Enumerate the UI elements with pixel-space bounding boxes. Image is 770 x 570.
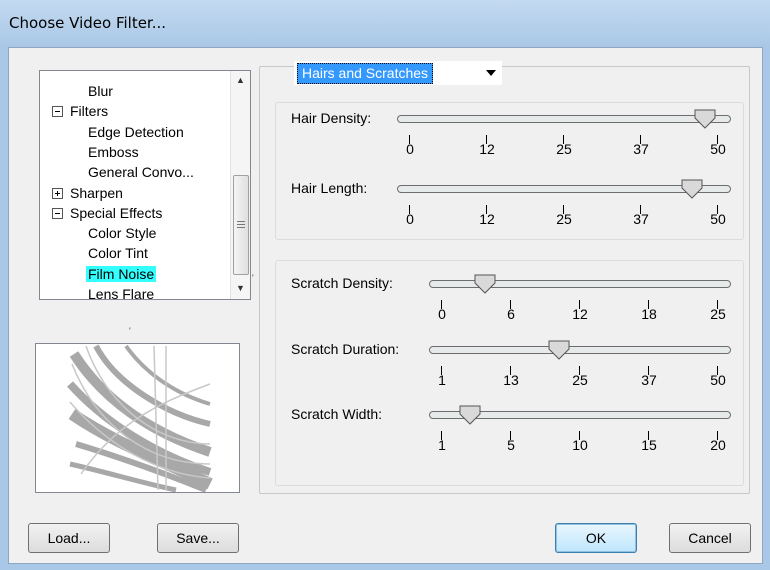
scratch-duration-tick-label: 37 xyxy=(641,372,657,388)
scratch-width-slider-thumb[interactable] xyxy=(459,405,481,425)
hair-density-label: Hair Density: xyxy=(291,110,372,126)
scratch-width-tick-label: 20 xyxy=(710,437,726,453)
tree-item-label: Lens Flare xyxy=(88,286,155,302)
load-button[interactable]: Load... xyxy=(28,523,110,553)
hair-length-tick-label: 50 xyxy=(710,211,726,227)
tree-item[interactable]: Lens Flare xyxy=(40,286,230,302)
tree-item-label: Edge Detection xyxy=(88,123,184,140)
tree-item[interactable]: Edge Detection xyxy=(40,124,230,140)
hair-density-tick-label: 0 xyxy=(406,141,414,157)
tree-item[interactable]: Film Noise xyxy=(40,265,230,282)
hair-length-slider-thumb[interactable] xyxy=(681,179,703,199)
scratch-width-tick-label: 15 xyxy=(641,437,657,453)
save-button[interactable]: Save... xyxy=(157,523,239,553)
window-title: Choose Video Filter... xyxy=(9,14,167,32)
tree-item-label: Special Effects xyxy=(70,204,163,221)
tree-item-label: Emboss xyxy=(88,143,139,160)
hair-density-slider[interactable] xyxy=(397,115,731,123)
tree-item-label: Color Style xyxy=(88,225,157,242)
hair-length-tick-label: 37 xyxy=(633,211,649,227)
scratch-duration-slider[interactable] xyxy=(429,346,731,354)
scratch-duration-tick-label: 1 xyxy=(438,372,446,388)
hair-density-tick-label: 25 xyxy=(556,141,572,157)
scratch-width-tick-label: 1 xyxy=(438,437,446,453)
scratch-density-label: Scratch Density: xyxy=(291,275,393,291)
cancel-button[interactable]: Cancel xyxy=(669,523,751,553)
tree-item[interactable]: Blur xyxy=(40,83,230,99)
preview-image xyxy=(35,343,240,493)
ok-button[interactable]: OK xyxy=(555,523,637,553)
tree-item[interactable]: Color Tint xyxy=(40,245,230,261)
scratch-density-slider-thumb[interactable] xyxy=(474,274,496,294)
hair-density-tick-label: 37 xyxy=(633,141,649,157)
collapse-icon[interactable] xyxy=(52,207,63,219)
tree-item-label: General Convo... xyxy=(88,164,194,181)
hair-length-label: Hair Length: xyxy=(291,180,368,196)
scratch-density-tick-label: 0 xyxy=(438,306,446,322)
scroll-thumb[interactable] xyxy=(233,175,249,275)
tree-item[interactable]: Color Style xyxy=(40,225,230,241)
tree-item[interactable]: Sharpen xyxy=(40,185,230,201)
tree-item-label: Blur xyxy=(88,83,113,99)
scratch-density-tick-label: 25 xyxy=(710,306,726,322)
choose-video-filter-dialog: Choose Video Filter... Blur Filters Edge D… xyxy=(0,0,770,570)
resize-mark: ' xyxy=(252,273,254,283)
dialog-body: Blur Filters Edge Detection Emboss General C… xyxy=(8,47,763,564)
expand-icon[interactable] xyxy=(52,187,63,199)
scroll-down-button[interactable]: ▼ xyxy=(231,279,250,297)
hair-length-tick-label: 12 xyxy=(479,211,495,227)
tree-item[interactable]: Special Effects xyxy=(40,205,230,221)
hair-length-tick-label: 0 xyxy=(406,211,414,227)
resize-mark: ' xyxy=(129,326,131,336)
scratch-density-tick-label: 12 xyxy=(572,306,588,322)
filter-select-value: Hairs and Scratches xyxy=(297,63,434,84)
collapse-icon[interactable] xyxy=(52,106,63,118)
scratch-duration-tick-label: 25 xyxy=(572,372,588,388)
scratch-width-tick-label: 10 xyxy=(572,437,588,453)
scroll-up-button[interactable]: ▲ xyxy=(231,71,250,89)
title-bar: Choose Video Filter... xyxy=(0,0,770,48)
scratch-duration-label: Scratch Duration: xyxy=(291,341,400,357)
tree-item-label: Filters xyxy=(70,103,109,120)
scratch-duration-tick-label: 50 xyxy=(710,372,726,388)
hair-length-tick-label: 25 xyxy=(556,211,572,227)
hair-density-tick-label: 50 xyxy=(710,141,726,157)
filter-tree[interactable]: Blur Filters Edge Detection Emboss General C… xyxy=(39,70,251,302)
tree-item[interactable]: Filters xyxy=(40,103,230,119)
hair-density-slider-thumb[interactable] xyxy=(694,109,716,129)
hair-density-tick-label: 12 xyxy=(479,141,495,157)
scratch-duration-slider-thumb[interactable] xyxy=(548,340,570,360)
tree-scrollbar[interactable]: ▲ ▼ xyxy=(230,71,250,299)
tree-item[interactable]: Emboss xyxy=(40,144,230,160)
scratch-density-tick-label: 6 xyxy=(507,306,515,322)
scratch-width-tick-label: 5 xyxy=(507,437,515,453)
tree-item-label: Film Noise xyxy=(86,265,157,282)
chevron-down-icon[interactable] xyxy=(486,70,496,76)
scratch-density-tick-label: 18 xyxy=(641,306,657,322)
scratch-width-label: Scratch Width: xyxy=(291,406,383,422)
tree-item[interactable]: General Convo... xyxy=(40,164,230,180)
filter-select[interactable]: Hairs and Scratches xyxy=(294,61,502,85)
tree-item-label: Color Tint xyxy=(88,245,148,262)
tree-item-label: Sharpen xyxy=(70,184,123,201)
scratch-duration-tick-label: 13 xyxy=(503,372,519,388)
